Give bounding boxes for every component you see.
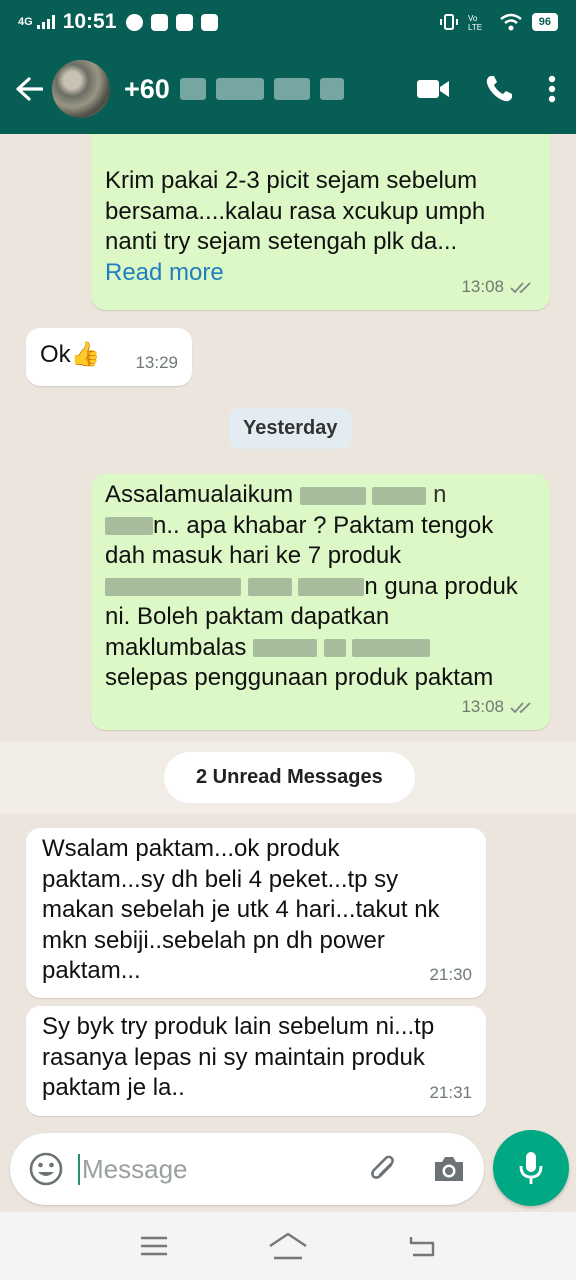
chat-header: +60 bbox=[0, 44, 576, 134]
mic-button[interactable] bbox=[493, 1130, 569, 1206]
message-time: 13:08 bbox=[461, 276, 504, 296]
message-line: dah masuk hari ke 7 produk bbox=[105, 542, 402, 569]
message-line: mkn sebiji..sebelah pn dh power bbox=[42, 926, 385, 954]
mail-icon bbox=[176, 13, 194, 31]
message-line: paktam...sy dh beli 4 peket...tp sy bbox=[42, 865, 399, 893]
message-outgoing[interactable]: Assalamualaikum n n.. apa khabar ? Pakta… bbox=[91, 474, 550, 730]
avatar[interactable] bbox=[52, 60, 110, 118]
message-line-text: maklumbalas bbox=[105, 633, 247, 661]
message-outgoing[interactable]: Krim pakai 2-3 picit sejam sebelum bersa… bbox=[91, 134, 550, 310]
menu-icon[interactable] bbox=[139, 1235, 169, 1257]
message-incoming[interactable]: Sy byk try produk lain sebelum ni...tp r… bbox=[26, 1006, 486, 1116]
volte-icon: VoLTE bbox=[468, 14, 482, 31]
redacted-text bbox=[299, 486, 366, 505]
back-icon[interactable] bbox=[407, 1233, 437, 1259]
status-time: 10:51 bbox=[62, 10, 117, 33]
double-check-icon bbox=[510, 702, 531, 714]
message-time: 21:30 bbox=[429, 964, 472, 984]
date-chip: Yesterday bbox=[229, 408, 352, 449]
message-input[interactable] bbox=[78, 1153, 348, 1185]
message-line-text: n guna produk bbox=[364, 572, 518, 600]
message-line: ni. Boleh paktam dapatkan bbox=[105, 603, 390, 630]
mail-icon bbox=[151, 13, 169, 31]
message-meta: 13:08 bbox=[461, 692, 536, 723]
redacted-text bbox=[298, 578, 365, 597]
message-line: rasanya lepas ni sy maintain produk bbox=[42, 1043, 425, 1071]
redacted-text bbox=[253, 639, 318, 658]
home-icon[interactable] bbox=[268, 1232, 308, 1260]
redacted-text bbox=[105, 578, 241, 597]
redacted-number bbox=[319, 78, 344, 100]
message-meta: 13:08 bbox=[461, 272, 536, 303]
redacted-number bbox=[215, 78, 264, 100]
message-time: 21:31 bbox=[429, 1082, 472, 1102]
message-field bbox=[10, 1133, 484, 1205]
chat-area[interactable]: Krim pakai 2-3 picit sejam sebelum bersa… bbox=[0, 134, 576, 1130]
vibrate-icon bbox=[439, 14, 458, 30]
wifi-icon bbox=[499, 13, 522, 31]
svg-text:LTE: LTE bbox=[468, 23, 482, 31]
unread-messages-chip: 2 Unread Messages bbox=[164, 752, 415, 803]
signal-icon bbox=[36, 15, 55, 29]
redacted-text bbox=[105, 517, 153, 536]
emoji-icon[interactable] bbox=[28, 1151, 64, 1187]
message-line: nanti try sejam setengah plk da... bbox=[105, 228, 458, 255]
status-bar: 4G 10:51 Vo LTE 96 bbox=[0, 0, 576, 44]
contact-prefix: +60 bbox=[124, 73, 170, 104]
message-line: bersama....kalau rasa xcukup umph bbox=[105, 197, 486, 225]
system-nav-bar bbox=[0, 1212, 576, 1280]
shopping-bag-icon bbox=[201, 13, 219, 31]
camera-icon[interactable] bbox=[432, 1154, 466, 1184]
message-line: paktam je la.. bbox=[42, 1074, 185, 1101]
redacted-text bbox=[247, 578, 292, 597]
back-arrow-icon bbox=[16, 77, 43, 101]
message-line: makan sebelah je utk 4 hari...takut nk bbox=[42, 896, 440, 923]
more-vert-icon[interactable] bbox=[548, 75, 556, 103]
message-line: Assalamualaikum n bbox=[105, 481, 447, 508]
attach-icon[interactable] bbox=[366, 1152, 400, 1186]
mic-icon bbox=[519, 1152, 543, 1184]
message-line: paktam... bbox=[42, 957, 141, 984]
message-line: Krim pakai 2-3 picit sejam sebelum bbox=[105, 167, 478, 194]
contact-name[interactable]: +60 bbox=[124, 74, 344, 105]
message-line: n guna produk bbox=[105, 572, 536, 603]
battery-level: 96 bbox=[531, 13, 558, 31]
phone-icon[interactable] bbox=[484, 74, 514, 104]
redacted-number bbox=[273, 78, 310, 100]
message-line: Sy byk try produk lain sebelum ni...tp bbox=[42, 1013, 435, 1040]
message-line-text: Assalamualaikum bbox=[105, 481, 294, 508]
redacted-text bbox=[352, 639, 431, 658]
message-line: n.. apa khabar ? Paktam tengok bbox=[105, 511, 536, 542]
message-incoming[interactable]: Wsalam paktam...ok produk paktam...sy dh… bbox=[26, 828, 486, 998]
video-call-icon[interactable] bbox=[416, 77, 450, 101]
message-line: Wsalam paktam...ok produk bbox=[42, 835, 340, 862]
check-circle-icon bbox=[126, 13, 144, 31]
svg-text:Vo: Vo bbox=[468, 14, 478, 23]
message-line-text: n.. apa khabar ? Paktam tengok bbox=[153, 511, 494, 539]
redacted-text bbox=[323, 639, 346, 658]
message-time: 13:29 bbox=[135, 352, 178, 372]
double-check-icon bbox=[510, 282, 531, 294]
back-button[interactable] bbox=[14, 74, 44, 104]
composer bbox=[0, 1130, 576, 1212]
message-line: maklumbalas bbox=[105, 633, 536, 664]
redacted-text bbox=[372, 486, 427, 505]
message-incoming[interactable]: Ok👍 13:29 bbox=[26, 328, 192, 386]
redacted-number bbox=[179, 78, 206, 100]
network-indicator: 4G bbox=[18, 15, 33, 28]
message-time: 13:08 bbox=[461, 696, 504, 716]
message-line: selepas penggunaan produk paktam bbox=[105, 664, 494, 691]
